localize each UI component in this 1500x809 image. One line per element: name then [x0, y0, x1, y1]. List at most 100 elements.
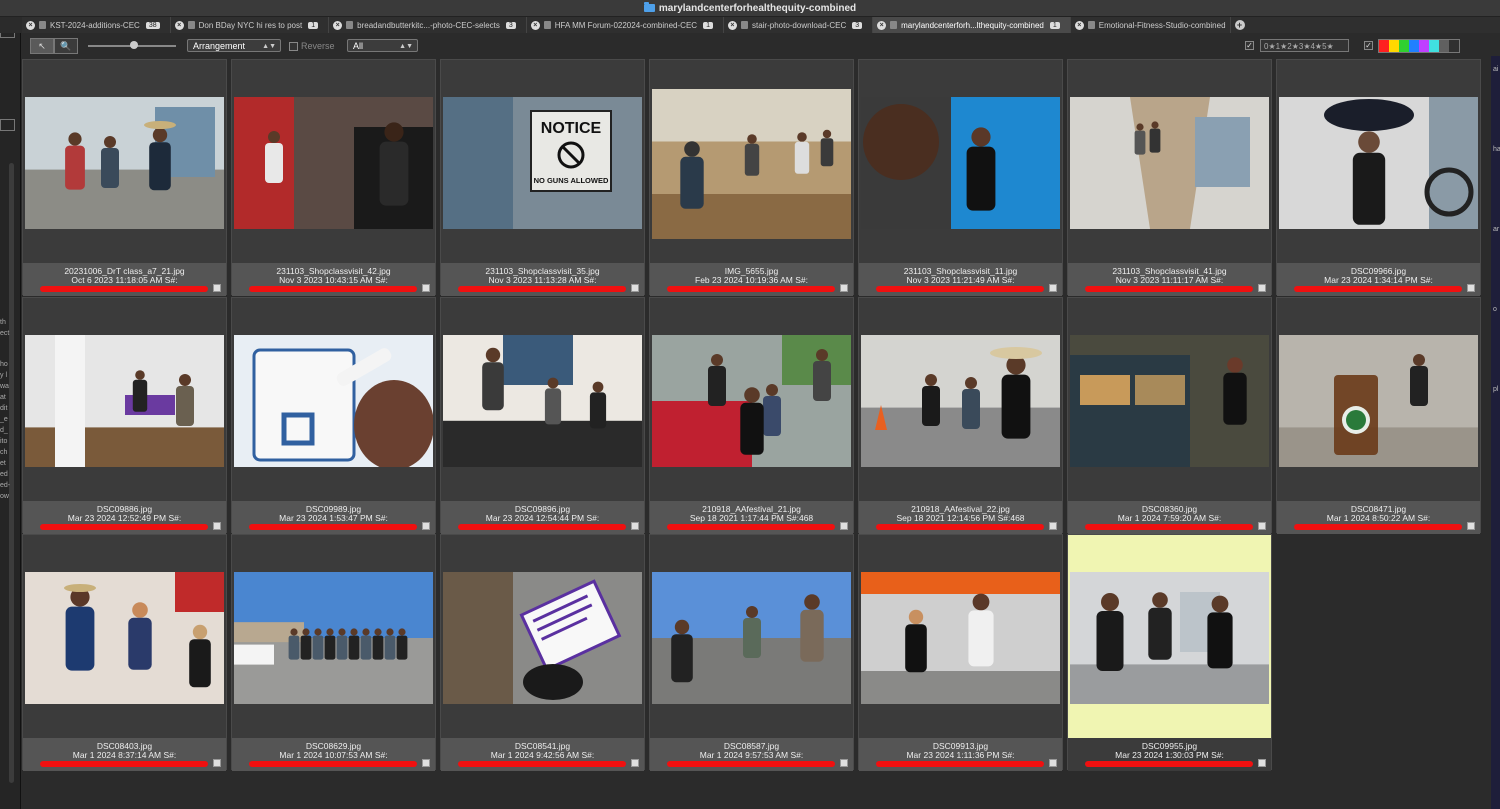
select-checkbox[interactable] [1049, 284, 1057, 292]
tab[interactable]: × breadandbutterkitc...-photo-CEC-selects… [329, 17, 527, 33]
thumbnail-image[interactable]: NOTICE NO GUNS ALLOWED [443, 97, 642, 229]
zoom-tool-button[interactable]: 🔍 [54, 38, 78, 54]
tab[interactable]: × HFA MM Forum-022024-combined-CEC 1 [527, 17, 724, 33]
select-checkbox[interactable] [422, 521, 430, 530]
color-swatch[interactable] [1419, 40, 1429, 52]
thumbnail-cell[interactable]: DSC08471.jpg Mar 1 2024 8:50:22 AM S#: [1276, 296, 1481, 534]
tab[interactable]: × Don BDay NYC hi res to post 1 [171, 17, 330, 33]
color-label-bar [876, 523, 1044, 530]
select-checkbox[interactable] [840, 759, 848, 767]
thumbnail-cell[interactable]: 210918_AAfestival_22.jpg Sep 18 2021 12:1… [858, 296, 1063, 534]
add-tab-button[interactable]: + [1234, 20, 1245, 30]
color-label-bar [667, 523, 835, 530]
chevron-down-icon: ▲▼ [262, 43, 276, 50]
color-swatch[interactable] [1449, 40, 1459, 52]
thumbnail-image[interactable] [652, 334, 851, 467]
thumbnail-image[interactable] [1279, 97, 1478, 229]
close-icon[interactable]: × [333, 20, 343, 30]
select-checkbox[interactable] [213, 521, 221, 530]
thumbnail-cell[interactable]: DSC09886.jpg Mar 23 2024 12:52:49 PM S#: [22, 296, 227, 534]
thumbnail-cell[interactable]: NOTICE NO GUNS ALLOWED 231103_Shopclassvi… [440, 59, 645, 296]
tab-count-badge: 3 [852, 21, 863, 29]
select-checkbox[interactable] [213, 284, 221, 292]
tab[interactable]: × marylandcenterforh...lthequity-combined… [873, 17, 1071, 33]
thumbnail-cell[interactable]: DSC09896.jpg Mar 23 2024 12:54:44 PM S#: [440, 296, 645, 534]
thumbnail-cell[interactable]: DSC09913.jpg Mar 23 2024 1:11:36 PM S#: [858, 534, 1063, 771]
color-swatch[interactable] [1399, 40, 1409, 52]
color-filter-checkbox[interactable]: ✓ [1364, 41, 1373, 50]
close-icon[interactable]: × [530, 20, 540, 30]
filter-select[interactable]: All ▲▼ [347, 39, 418, 52]
thumbnail-image[interactable] [861, 97, 1060, 229]
select-checkbox[interactable] [1258, 759, 1266, 767]
thumbnail-image[interactable] [1070, 97, 1269, 229]
close-icon[interactable]: × [727, 20, 737, 30]
thumbnail-image[interactable] [443, 334, 642, 467]
close-icon[interactable]: × [26, 20, 35, 30]
color-swatch[interactable] [1379, 40, 1389, 52]
select-checkbox[interactable] [631, 284, 639, 292]
thumbnail-image[interactable] [1070, 334, 1269, 467]
thumbnail-image[interactable] [652, 572, 851, 704]
thumbnail-image[interactable] [234, 97, 433, 229]
color-swatch[interactable] [1439, 40, 1449, 52]
select-checkbox[interactable] [631, 521, 639, 530]
thumbnail-cell[interactable]: 231103_Shopclassvisit_11.jpg Nov 3 2023 1… [858, 59, 1063, 296]
close-icon[interactable]: × [1074, 20, 1084, 30]
thumbnail-cell[interactable]: 20231006_DrT class_a7_21.jpg Oct 6 2023 1… [22, 59, 227, 296]
select-checkbox[interactable] [1049, 521, 1057, 530]
thumbnail-image[interactable] [861, 334, 1060, 467]
thumbnail-cell[interactable]: DSC09989.jpg Mar 23 2024 1:53:47 PM S#: [231, 296, 436, 534]
arrow-tool-button[interactable]: ↖ [30, 38, 54, 54]
close-icon[interactable]: × [174, 20, 184, 30]
tab[interactable]: × stair-photo-download-CEC 3 [724, 17, 874, 33]
stars-filter[interactable]: 0★1★2★3★4★5★ [1260, 39, 1349, 52]
thumbnail-cell[interactable]: DSC09966.jpg Mar 23 2024 1:34:14 PM S#: [1276, 59, 1481, 296]
thumbnail-image[interactable] [1279, 334, 1478, 467]
thumbnail-cell[interactable]: DSC09955.jpg Mar 23 2024 1:30:03 PM S#: [1067, 534, 1272, 771]
thumbnail-image[interactable] [25, 97, 224, 229]
tab-count-badge: 38 [145, 21, 160, 29]
thumbnail-image[interactable] [1070, 572, 1269, 704]
thumbnail-cell[interactable]: 231103_Shopclassvisit_42.jpg Nov 3 2023 1… [231, 59, 436, 296]
thumbnail-cell[interactable]: 210918_AAfestival_21.jpg Sep 18 2021 1:17… [649, 296, 854, 534]
select-checkbox[interactable] [1258, 284, 1266, 292]
select-checkbox[interactable] [1258, 521, 1266, 530]
tab[interactable]: × Emotional-Fitness-Studio-combined [1071, 17, 1231, 33]
select-checkbox[interactable] [631, 759, 639, 767]
color-swatch[interactable] [1389, 40, 1399, 52]
thumbnail-image[interactable] [234, 572, 433, 704]
color-label-filter[interactable] [1378, 39, 1460, 53]
color-swatch[interactable] [1429, 40, 1439, 52]
sort-select[interactable]: Arrangement ▲▼ [187, 39, 281, 52]
thumbnail-cell[interactable]: 231103_Shopclassvisit_41.jpg Nov 3 2023 1… [1067, 59, 1272, 296]
thumbnail-image[interactable] [234, 334, 433, 467]
thumbnail-image[interactable] [652, 89, 851, 239]
thumbnail-image[interactable] [443, 572, 642, 704]
tab[interactable]: × KST-2024-additions-CEC 38 [22, 17, 171, 33]
thumbnail-image[interactable] [861, 572, 1060, 704]
select-checkbox[interactable] [1467, 521, 1475, 530]
select-checkbox[interactable] [422, 759, 430, 767]
thumbnail-cell[interactable]: DSC08403.jpg Mar 1 2024 8:37:14 AM S#: [22, 534, 227, 771]
thumbnail-cell[interactable]: DSC08587.jpg Mar 1 2024 9:57:53 AM S#: [649, 534, 854, 771]
left-panel-button[interactable] [0, 119, 15, 131]
left-panel-box[interactable] [0, 33, 15, 38]
select-checkbox[interactable] [840, 284, 848, 292]
close-icon[interactable]: × [877, 20, 887, 30]
select-checkbox[interactable] [840, 521, 848, 530]
thumbnail-cell[interactable]: DSC08629.jpg Mar 1 2024 10:07:53 AM S#: [231, 534, 436, 771]
color-swatch[interactable] [1409, 40, 1419, 52]
select-checkbox[interactable] [422, 284, 430, 292]
select-checkbox[interactable] [1049, 759, 1057, 767]
select-checkbox[interactable] [1467, 284, 1475, 292]
select-checkbox[interactable] [213, 759, 221, 767]
thumbnail-cell[interactable]: IMG_5655.jpg Feb 23 2024 10:19:36 AM S#: [649, 59, 854, 296]
slider-knob[interactable] [130, 41, 138, 49]
reverse-checkbox[interactable] [289, 42, 298, 51]
thumbnail-image[interactable] [25, 572, 224, 704]
stars-filter-checkbox[interactable]: ✓ [1245, 41, 1254, 50]
thumbnail-cell[interactable]: DSC08541.jpg Mar 1 2024 9:42:56 AM S#: [440, 534, 645, 771]
thumbnail-image[interactable] [25, 334, 224, 467]
thumbnail-cell[interactable]: DSC08360.jpg Mar 1 2024 7:59:20 AM S#: [1067, 296, 1272, 534]
